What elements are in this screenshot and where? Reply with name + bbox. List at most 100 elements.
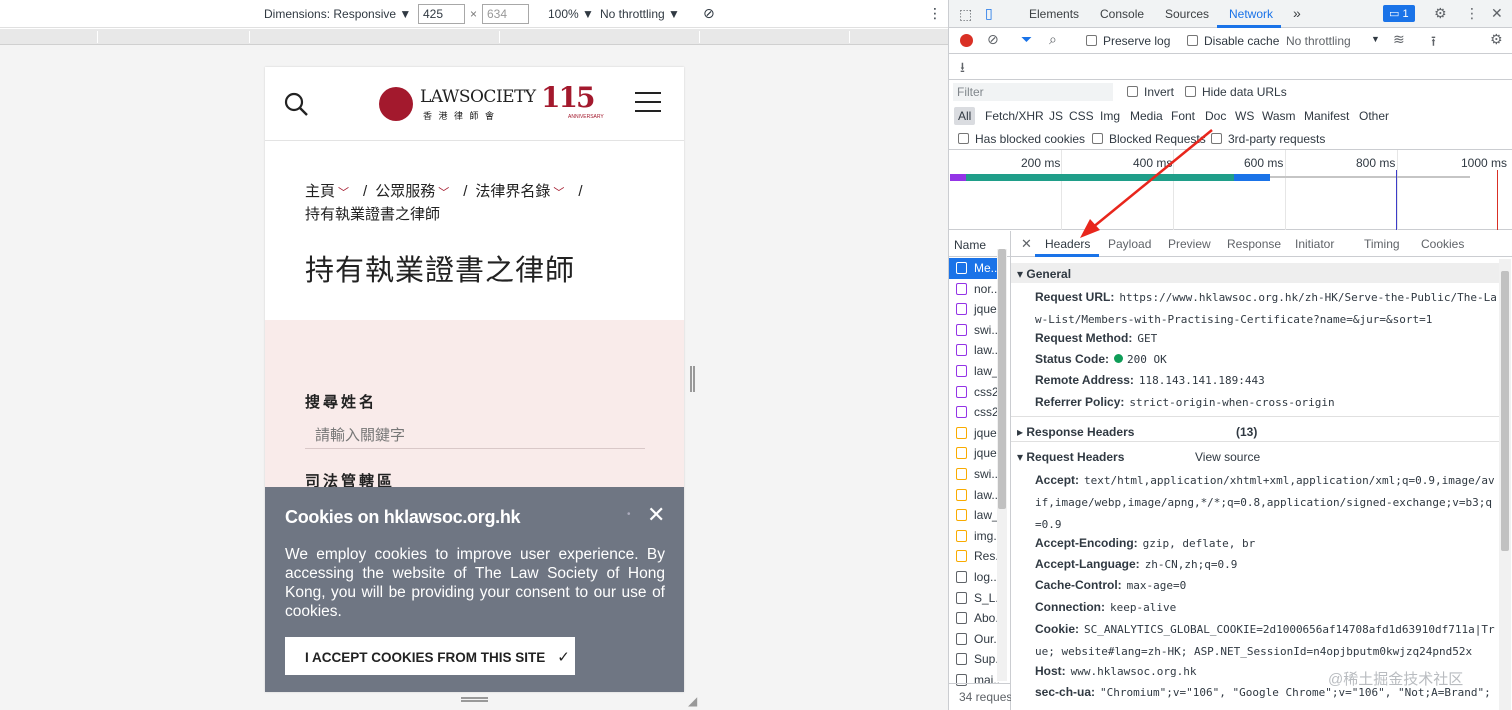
settings-gear-icon[interactable]: ⚙: [1434, 5, 1447, 22]
tab-headers[interactable]: Headers: [1045, 237, 1090, 251]
tab-elements[interactable]: Elements: [1029, 7, 1079, 21]
resize-handle-corner-icon[interactable]: ◢: [688, 694, 697, 708]
tab-response[interactable]: Response: [1227, 237, 1281, 251]
request-row[interactable]: law_...: [949, 505, 999, 526]
type-fetch-xhr[interactable]: Fetch/XHR: [985, 109, 1044, 123]
search-name-input[interactable]: 請輸入關鍵字: [305, 419, 645, 449]
general-section-header[interactable]: ▾ General: [1011, 263, 1499, 283]
request-row[interactable]: css2...: [949, 402, 999, 423]
issues-badge[interactable]: ▭ 1: [1383, 5, 1415, 22]
request-row[interactable]: jque...: [949, 443, 999, 464]
type-ws[interactable]: WS: [1235, 109, 1254, 123]
request-row[interactable]: log...: [949, 567, 999, 588]
has-blocked-cookies-checkbox[interactable]: [958, 133, 969, 144]
request-row[interactable]: Sup...: [949, 649, 999, 670]
request-row[interactable]: law_...: [949, 361, 999, 382]
rotate-icon[interactable]: ⊘: [703, 5, 715, 22]
hamburger-menu-icon[interactable]: [635, 92, 661, 112]
request-row[interactable]: swi...: [949, 320, 999, 341]
chevron-down-icon[interactable]: ﹀: [438, 187, 449, 199]
upload-icon[interactable]: ⭱: [1431, 31, 1436, 55]
type-other[interactable]: Other: [1359, 109, 1389, 123]
request-row[interactable]: css2...: [949, 382, 999, 403]
type-media[interactable]: Media: [1130, 109, 1163, 123]
request-row[interactable]: Me...: [949, 258, 999, 279]
media-query-bar[interactable]: [0, 29, 948, 45]
search-icon[interactable]: [283, 91, 309, 117]
resize-handle-right[interactable]: [690, 366, 695, 392]
type-manifest[interactable]: Manifest: [1304, 109, 1349, 123]
resize-handle-bottom[interactable]: [461, 697, 488, 702]
type-css[interactable]: CSS: [1069, 109, 1094, 123]
height-input[interactable]: 634: [482, 4, 529, 24]
tab-sources[interactable]: Sources: [1165, 7, 1209, 21]
filter-input[interactable]: Filter: [953, 83, 1113, 101]
request-headers-section[interactable]: ▾ Request Headers View source: [1011, 446, 1499, 466]
third-party-checkbox[interactable]: [1211, 133, 1222, 144]
download-icon[interactable]: ⭳: [960, 57, 965, 81]
filter-funnel-icon[interactable]: ⏷: [1021, 31, 1032, 48]
hide-data-urls-checkbox[interactable]: [1185, 86, 1196, 97]
zoom-dropdown[interactable]: 100% ▼: [548, 7, 594, 21]
wifi-icon[interactable]: ≋: [1393, 31, 1405, 48]
type-doc[interactable]: Doc: [1205, 109, 1226, 123]
blocked-requests-checkbox[interactable]: [1092, 133, 1103, 144]
detail-scrollbar[interactable]: [1499, 259, 1511, 710]
network-overview-timeline[interactable]: 200 ms 400 ms 600 ms 800 ms 1000 ms: [949, 150, 1512, 230]
width-input[interactable]: 425: [418, 4, 465, 24]
type-img[interactable]: Img: [1100, 109, 1120, 123]
tab-cookies[interactable]: Cookies: [1421, 237, 1464, 251]
close-icon[interactable]: ✕: [647, 502, 665, 528]
request-row[interactable]: jque...: [949, 423, 999, 444]
request-row[interactable]: nor...: [949, 279, 999, 300]
request-list-scrollbar[interactable]: [997, 249, 1007, 681]
clear-icon[interactable]: ⊘: [987, 31, 999, 48]
tab-network[interactable]: Network: [1229, 7, 1273, 21]
request-row[interactable]: S_L...: [949, 588, 999, 609]
more-options-icon[interactable]: ⋮: [928, 5, 942, 22]
tab-initiator[interactable]: Initiator: [1295, 237, 1334, 251]
type-wasm[interactable]: Wasm: [1262, 109, 1296, 123]
chevron-down-icon[interactable]: ﹀: [338, 187, 349, 199]
inspect-element-icon[interactable]: ⬚: [959, 6, 972, 23]
request-row[interactable]: law...: [949, 485, 999, 506]
type-js[interactable]: JS: [1049, 109, 1063, 123]
request-row[interactable]: img...: [949, 526, 999, 547]
type-font[interactable]: Font: [1171, 109, 1195, 123]
watermark: @稀土掘金技术社区: [1328, 671, 1464, 688]
breadcrumb-home[interactable]: 主頁: [305, 183, 335, 200]
breadcrumb-law-list[interactable]: 法律界名錄: [475, 183, 550, 200]
record-icon[interactable]: [960, 34, 973, 47]
throttling-select[interactable]: No throttling: [1286, 34, 1351, 48]
invert-checkbox[interactable]: [1127, 86, 1138, 97]
view-source-link[interactable]: View source: [1195, 450, 1260, 464]
device-toolbar-icon[interactable]: ▯: [985, 5, 993, 22]
network-settings-icon[interactable]: ⚙: [1490, 31, 1503, 48]
chevron-down-icon[interactable]: ﹀: [553, 187, 564, 199]
type-all[interactable]: All: [954, 107, 976, 125]
search-icon[interactable]: ⌕: [1049, 31, 1057, 48]
dimensions-dropdown[interactable]: Dimensions: Responsive ▼: [264, 7, 411, 21]
request-name: Abo...: [974, 611, 999, 626]
preserve-log-checkbox[interactable]: [1086, 35, 1097, 46]
request-row[interactable]: Our...: [949, 629, 999, 650]
breadcrumb-public-services[interactable]: 公眾服務: [375, 183, 435, 200]
request-row[interactable]: Res...: [949, 546, 999, 567]
tab-payload[interactable]: Payload: [1108, 237, 1151, 251]
request-row[interactable]: Abo...: [949, 608, 999, 629]
response-headers-section[interactable]: ▸ Response Headers (13): [1011, 421, 1499, 441]
tab-timing[interactable]: Timing: [1364, 237, 1400, 251]
close-devtools-icon[interactable]: ✕: [1491, 5, 1503, 22]
request-row[interactable]: law...: [949, 340, 999, 361]
tab-console[interactable]: Console: [1100, 7, 1144, 21]
chevron-down-icon[interactable]: ▼: [1371, 34, 1380, 44]
more-options-icon[interactable]: ⋮: [1465, 5, 1479, 22]
request-row[interactable]: jque...: [949, 299, 999, 320]
accept-cookies-button[interactable]: I ACCEPT COOKIES FROM THIS SITE ✓: [285, 637, 575, 675]
disable-cache-checkbox[interactable]: [1187, 35, 1198, 46]
throttling-dropdown[interactable]: No throttling ▼: [600, 7, 680, 21]
close-detail-icon[interactable]: ✕: [1021, 236, 1032, 252]
request-row[interactable]: swi...: [949, 464, 999, 485]
more-tabs-icon[interactable]: »: [1293, 5, 1301, 21]
tab-preview[interactable]: Preview: [1168, 237, 1211, 251]
